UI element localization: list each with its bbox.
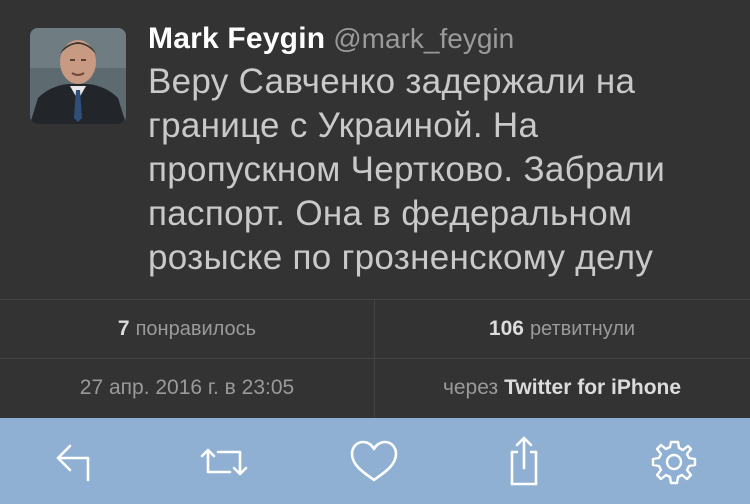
via-app[interactable]: Twitter for iPhone [504, 376, 681, 400]
tweet-source: через Twitter for iPhone [375, 359, 749, 417]
timestamp-text: 27 апр. 2016 г. в 23:05 [79, 376, 295, 399]
author-handle[interactable]: @mark_feygin [333, 23, 514, 54]
likes-stat[interactable]: 7 понравилось [0, 300, 374, 358]
action-toolbar [0, 418, 750, 504]
author-name[interactable]: Mark Feygin [148, 22, 325, 55]
likes-label: понравилось [135, 317, 257, 340]
share-icon [510, 436, 538, 486]
via-prefix: через [442, 376, 499, 399]
tweet-text: Веру Савченко задержали на границе с Укр… [148, 62, 666, 277]
tweet-header: Mark Feygin @mark_feygin [148, 22, 514, 56]
reply-button[interactable] [46, 432, 106, 492]
settings-button[interactable] [644, 432, 704, 492]
like-button[interactable] [344, 432, 404, 492]
reply-icon [56, 444, 90, 482]
tweet: Mark Feygin @mark_feygin Веру Савченко за… [0, 0, 750, 300]
tweet-timestamp: 27 апр. 2016 г. в 23:05 [0, 359, 374, 417]
like-icon [350, 440, 398, 482]
retweet-icon [200, 448, 248, 476]
retweets-label: ретвитнули [529, 317, 636, 340]
tweet-detail-screen: Mark Feygin @mark_feygin Веру Савченко за… [0, 0, 750, 504]
likes-count: 7 [117, 317, 130, 340]
retweets-stat[interactable]: 106 ретвитнули [375, 300, 749, 358]
avatar-photo [30, 28, 126, 124]
retweets-count: 106 [488, 317, 524, 340]
retweet-button[interactable] [194, 432, 254, 492]
avatar[interactable] [30, 28, 126, 124]
share-button[interactable] [494, 432, 554, 492]
settings-icon [651, 440, 697, 485]
